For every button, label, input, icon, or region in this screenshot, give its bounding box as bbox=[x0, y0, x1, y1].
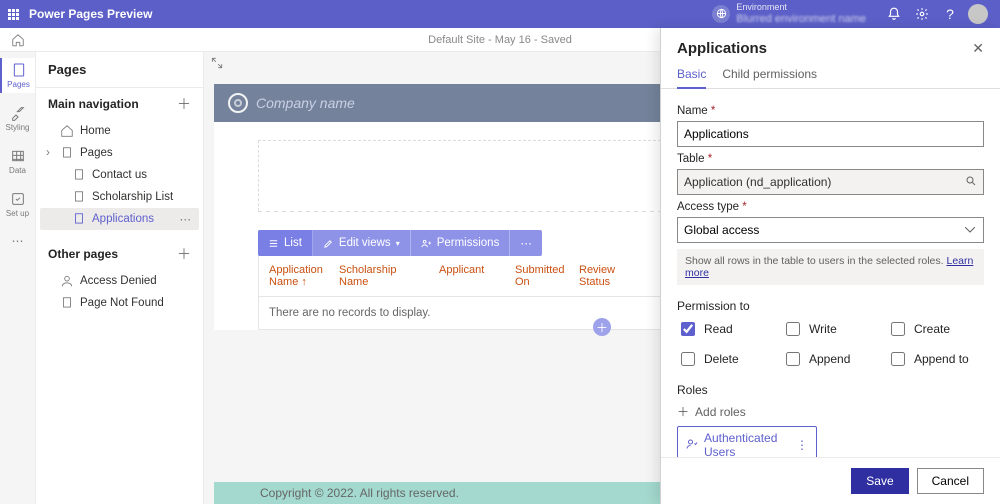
add-page-icon[interactable]: ＋ bbox=[177, 94, 191, 114]
settings-icon[interactable] bbox=[908, 0, 936, 28]
save-button[interactable]: Save bbox=[851, 468, 908, 494]
perm-appendto[interactable]: Append to bbox=[887, 349, 984, 369]
role-chip-authenticated-users[interactable]: Authenticated Users ⋮ bbox=[677, 426, 817, 457]
table-lookup-value: Application (nd_application) bbox=[684, 175, 831, 189]
add-roles-button[interactable]: ＋Add roles bbox=[677, 403, 984, 420]
list-toolbar-edit-views[interactable]: Edit views ▾ bbox=[313, 230, 411, 256]
tab-child-permissions[interactable]: Child permissions bbox=[722, 67, 817, 88]
site-company-name[interactable]: Company name bbox=[256, 95, 355, 111]
environment-picker[interactable]: Environment Blurred environment name bbox=[712, 3, 866, 25]
tab-basic[interactable]: Basic bbox=[677, 67, 706, 89]
global-header: Power Pages Preview Environment Blurred … bbox=[0, 0, 1000, 28]
col-submitted-on[interactable]: Submitted On bbox=[515, 264, 579, 288]
perm-delete-checkbox[interactable] bbox=[681, 352, 695, 366]
rail-pages[interactable]: Pages bbox=[0, 58, 35, 93]
role-chip-menu-icon[interactable]: ⋮ bbox=[796, 438, 808, 452]
rail-setup[interactable]: Set up bbox=[0, 187, 35, 222]
perm-create[interactable]: Create bbox=[887, 319, 984, 339]
home-icon[interactable] bbox=[0, 33, 36, 47]
perm-read[interactable]: Read bbox=[677, 319, 774, 339]
person-icon bbox=[686, 438, 698, 453]
rail-setup-label: Set up bbox=[6, 209, 29, 218]
other-pages-header: Other pages ＋ bbox=[36, 238, 203, 270]
workspace-rail: Pages Styling Data Set up ⋯ bbox=[0, 52, 36, 504]
perm-create-checkbox[interactable] bbox=[891, 322, 905, 336]
product-name: Power Pages Preview bbox=[29, 7, 152, 21]
tree-item-page-not-found[interactable]: Page Not Found bbox=[40, 292, 199, 314]
list-toolbar-permissions[interactable]: Permissions bbox=[411, 230, 511, 256]
help-icon[interactable]: ? bbox=[936, 0, 964, 28]
tree-item-contact-us[interactable]: Contact us bbox=[40, 164, 199, 186]
rail-overflow-icon[interactable]: ⋯ bbox=[12, 234, 24, 248]
tree-item-pages[interactable]: › Pages bbox=[40, 142, 199, 164]
perm-read-checkbox[interactable] bbox=[681, 322, 695, 336]
perm-write-checkbox[interactable] bbox=[786, 322, 800, 336]
list-toolbar-list[interactable]: List bbox=[258, 230, 313, 256]
tree-item-label: Scholarship List bbox=[92, 191, 173, 203]
perm-delete[interactable]: Delete bbox=[677, 349, 774, 369]
perm-append[interactable]: Append bbox=[782, 349, 879, 369]
role-chip-label: Authenticated Users bbox=[704, 431, 784, 457]
tree-item-label: Applications bbox=[92, 213, 154, 225]
search-icon bbox=[965, 175, 977, 190]
access-type-select[interactable]: Global access bbox=[677, 217, 984, 243]
rail-styling[interactable]: Styling bbox=[0, 101, 35, 136]
roles-label: Roles bbox=[677, 383, 984, 397]
tree-item-label: Access Denied bbox=[80, 275, 157, 287]
site-logo-icon[interactable] bbox=[228, 93, 248, 113]
flyout-title: Applications bbox=[677, 40, 972, 57]
main-navigation-label: Main navigation bbox=[48, 97, 139, 111]
permission-to-label: Permission to bbox=[677, 299, 984, 313]
tree-item-scholarship-list[interactable]: Scholarship List bbox=[40, 186, 199, 208]
rail-styling-label: Styling bbox=[5, 123, 29, 132]
environment-icon bbox=[712, 5, 730, 23]
expand-icon[interactable] bbox=[210, 56, 224, 73]
pages-panel: Pages Main navigation ＋ Home › Pages Con… bbox=[36, 52, 204, 504]
chevron-right-icon[interactable]: › bbox=[46, 147, 50, 159]
access-type-helper: Show all rows in the table to users in t… bbox=[677, 249, 984, 285]
tree-item-label: Contact us bbox=[92, 169, 147, 181]
col-review-status[interactable]: Review Status bbox=[579, 264, 655, 288]
add-section-icon[interactable]: ＋ bbox=[593, 318, 611, 336]
access-type-label: Access type bbox=[677, 201, 984, 213]
main-navigation-header: Main navigation ＋ bbox=[36, 88, 203, 120]
table-label: Table bbox=[677, 153, 984, 165]
perm-append-checkbox[interactable] bbox=[786, 352, 800, 366]
tree-item-label: Home bbox=[80, 125, 111, 137]
rail-data[interactable]: Data bbox=[0, 144, 35, 179]
list-toolbar-overflow-icon[interactable]: ⋯ bbox=[510, 230, 542, 256]
user-avatar[interactable] bbox=[964, 0, 992, 28]
environment-name: Blurred environment name bbox=[736, 13, 866, 25]
notifications-icon[interactable] bbox=[880, 0, 908, 28]
plus-icon: ＋ bbox=[677, 403, 689, 420]
permissions-flyout: Applications ✕ Basic Child permissions N… bbox=[660, 28, 1000, 504]
app-launcher-icon[interactable] bbox=[8, 9, 19, 20]
list-component-toolbar: List Edit views ▾ Permissions ⋯ bbox=[258, 230, 542, 256]
rail-pages-label: Pages bbox=[7, 80, 30, 89]
tree-item-label: Pages bbox=[80, 147, 113, 159]
close-icon[interactable]: ✕ bbox=[972, 40, 984, 57]
perm-write[interactable]: Write bbox=[782, 319, 879, 339]
name-input[interactable] bbox=[677, 121, 984, 147]
tree-item-label: Page Not Found bbox=[80, 297, 164, 309]
add-other-page-icon[interactable]: ＋ bbox=[177, 244, 191, 264]
sort-asc-icon: ↑ bbox=[301, 276, 307, 288]
tree-item-home[interactable]: Home bbox=[40, 120, 199, 142]
rail-data-label: Data bbox=[9, 166, 26, 175]
table-lookup[interactable]: Application (nd_application) bbox=[677, 169, 984, 195]
tree-item-applications[interactable]: Applications ⋯ bbox=[40, 208, 199, 230]
tree-item-access-denied[interactable]: Access Denied bbox=[40, 270, 199, 292]
tree-item-more-icon[interactable]: ⋯ bbox=[180, 212, 192, 226]
pages-panel-header: Pages bbox=[36, 52, 203, 88]
environment-label: Environment bbox=[736, 3, 866, 13]
other-pages-label: Other pages bbox=[48, 247, 118, 261]
cancel-button[interactable]: Cancel bbox=[917, 468, 984, 494]
col-scholarship-name[interactable]: Scholarship Name bbox=[339, 264, 439, 288]
perm-appendto-checkbox[interactable] bbox=[891, 352, 905, 366]
name-label: Name bbox=[677, 105, 984, 117]
col-application-name[interactable]: Application Name↑ bbox=[269, 264, 339, 288]
col-applicant[interactable]: Applicant bbox=[439, 264, 515, 288]
